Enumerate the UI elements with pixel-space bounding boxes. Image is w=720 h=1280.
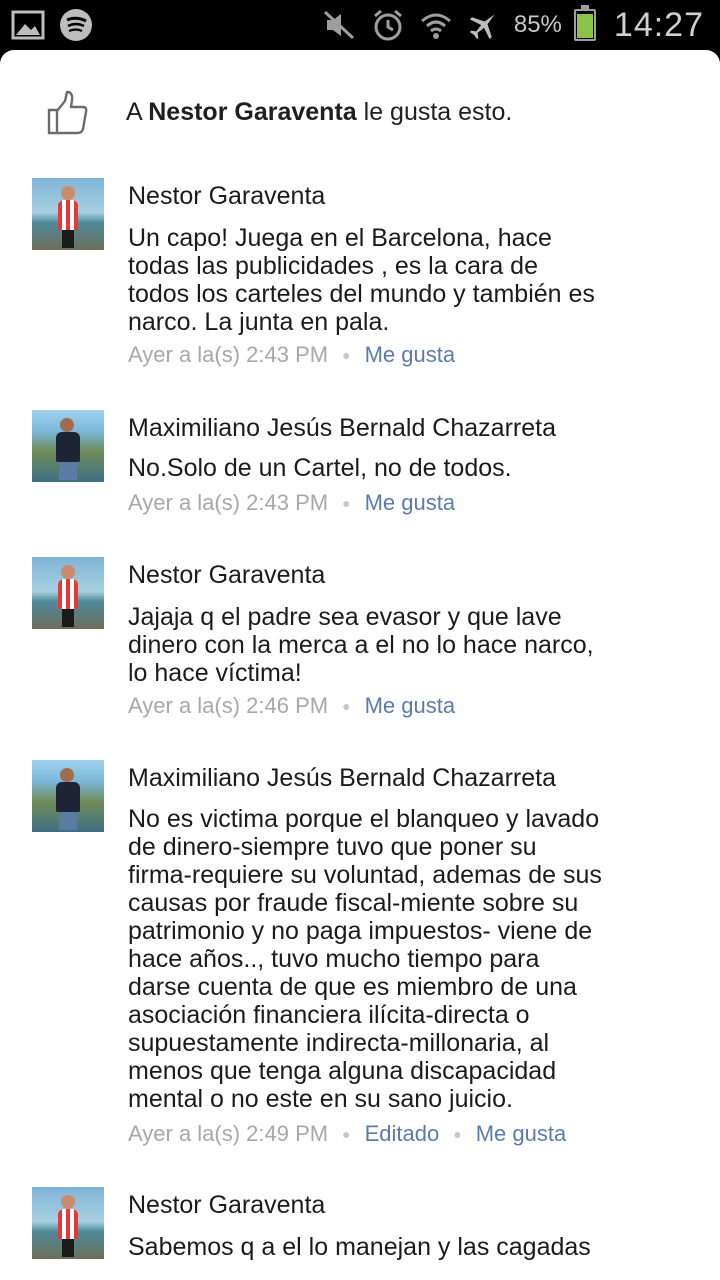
- mute-icon: [322, 7, 358, 43]
- comment-item: Maximiliano Jesús Bernald Chazarreta No.…: [0, 410, 720, 530]
- comment-item: Nestor Garaventa Jajaja q el padre sea e…: [0, 557, 720, 727]
- like-button[interactable]: Me gusta: [476, 1121, 567, 1147]
- comment-item: Nestor Garaventa Sabemos q a el lo manej…: [0, 1187, 720, 1280]
- comment-meta: Ayer a la(s) 2:43 PM ● Me gusta: [128, 342, 455, 368]
- avatar[interactable]: [32, 1187, 104, 1259]
- comment-text: Un capo! Juega en el Barcelona, hace toda…: [128, 224, 595, 336]
- alarm-icon: [370, 7, 406, 43]
- likes-comments-panel: A Nestor Garaventa le gusta esto. Nestor…: [0, 50, 720, 1280]
- gallery-icon: [10, 7, 46, 43]
- avatar[interactable]: [32, 178, 104, 250]
- comment-timestamp: Ayer a la(s) 2:43 PM: [128, 490, 329, 515]
- comment-timestamp: Ayer a la(s) 2:46 PM: [128, 693, 329, 718]
- separator-dot: ●: [342, 495, 351, 511]
- thumbs-up-icon: [46, 90, 90, 136]
- avatar[interactable]: [32, 410, 104, 482]
- comment-meta: Ayer a la(s) 2:43 PM ● Me gusta: [128, 490, 455, 516]
- like-button[interactable]: Me gusta: [365, 490, 456, 516]
- separator-dot: ●: [342, 347, 351, 363]
- comment-meta: Ayer a la(s) 2:46 PM ● Me gusta: [128, 693, 455, 719]
- wifi-icon: [418, 7, 454, 43]
- comment-item: Maximiliano Jesús Bernald Chazarreta No …: [0, 760, 720, 1160]
- separator-dot: ●: [342, 1126, 351, 1142]
- comment-text: No.Solo de un Cartel, no de todos.: [128, 454, 512, 482]
- comment-text: No es victima porque el blanqueo y lavad…: [128, 805, 602, 1113]
- like-button[interactable]: Me gusta: [365, 342, 456, 368]
- airplane-icon: [466, 7, 502, 43]
- clock: 14:27: [613, 5, 704, 44]
- battery-icon: [573, 5, 596, 41]
- comment-author[interactable]: Nestor Garaventa: [128, 561, 325, 590]
- likes-text: A Nestor Garaventa le gusta esto.: [126, 98, 513, 126]
- separator-dot: ●: [453, 1126, 462, 1142]
- battery-percent: 85%: [513, 11, 562, 38]
- comment-author[interactable]: Maximiliano Jesús Bernald Chazarreta: [128, 764, 556, 793]
- spotify-icon: [58, 7, 94, 43]
- status-bar: 85% 14:27: [0, 0, 720, 50]
- comment-author[interactable]: Maximiliano Jesús Bernald Chazarreta: [128, 414, 556, 443]
- comment-timestamp: Ayer a la(s) 2:43 PM: [128, 342, 329, 367]
- avatar[interactable]: [32, 557, 104, 629]
- comment-text: Sabemos q a el lo manejan y las cagadas: [128, 1233, 591, 1261]
- like-button[interactable]: Me gusta: [365, 693, 456, 719]
- comment-author[interactable]: Nestor Garaventa: [128, 182, 325, 211]
- comment-meta: Ayer a la(s) 2:49 PM ● Editado ● Me gusta: [128, 1121, 566, 1147]
- comment-item: Nestor Garaventa Un capo! Juega en el Ba…: [0, 178, 720, 378]
- comment-author[interactable]: Nestor Garaventa: [128, 1191, 325, 1220]
- avatar[interactable]: [32, 760, 104, 832]
- comment-text: Jajaja q el padre sea evasor y que lave d…: [128, 603, 594, 687]
- comment-timestamp: Ayer a la(s) 2:49 PM: [128, 1121, 329, 1146]
- likes-summary[interactable]: A Nestor Garaventa le gusta esto.: [0, 50, 720, 170]
- liker-name[interactable]: Nestor Garaventa: [148, 98, 356, 126]
- edited-link[interactable]: Editado: [365, 1121, 440, 1147]
- separator-dot: ●: [342, 698, 351, 714]
